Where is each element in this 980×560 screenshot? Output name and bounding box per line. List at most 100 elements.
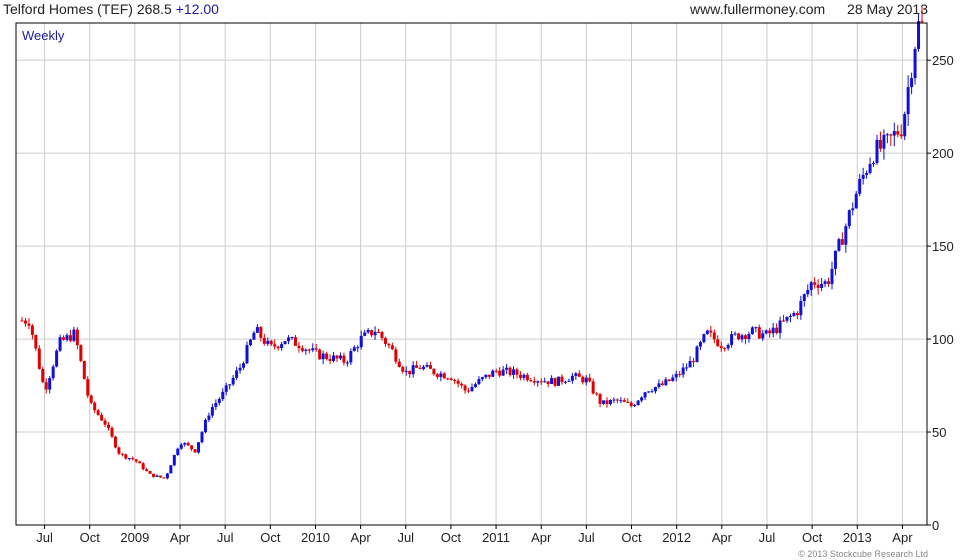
price-bar: [221, 391, 225, 400]
price-bar: [248, 339, 252, 346]
price-bar: [598, 394, 602, 404]
price-bar: [858, 178, 862, 194]
price-bar: [667, 379, 671, 381]
price-bar: [816, 284, 820, 289]
price-bar: [335, 355, 339, 359]
price-bar: [865, 172, 869, 175]
price-bar: [394, 349, 398, 362]
x-tick-label: 2011: [482, 530, 510, 545]
price-bar: [252, 332, 256, 340]
price-bar: [851, 208, 855, 211]
price-bar: [172, 454, 176, 466]
price-bar: [681, 367, 685, 375]
price-bar: [152, 473, 156, 477]
price-bar: [190, 445, 194, 450]
price-bar: [117, 447, 121, 454]
copyright-notice: © 2013 Stockcube Research Ltd: [798, 549, 928, 559]
price-bar: [345, 362, 349, 364]
price-bar: [290, 337, 294, 339]
price-bar: [615, 399, 619, 401]
price-bar: [321, 353, 325, 360]
price-bar: [726, 344, 730, 349]
price-bar: [553, 378, 557, 386]
x-tick-label: Apr: [531, 530, 552, 545]
price-bar: [484, 374, 488, 378]
price-bar: [51, 366, 55, 379]
price-bar: [370, 329, 374, 336]
price-bar: [439, 373, 443, 377]
price-bar: [428, 365, 432, 369]
price-bar: [833, 250, 837, 269]
price-bar: [515, 369, 519, 375]
price-bar: [62, 337, 66, 340]
price-bar: [647, 391, 651, 393]
price-bar: [574, 373, 578, 376]
price-bar: [338, 355, 342, 359]
price-bar: [314, 348, 318, 350]
price-bar: [702, 334, 706, 343]
price-bar: [872, 162, 876, 165]
price-bar: [214, 402, 218, 407]
price-bar: [913, 48, 917, 79]
price-bar: [650, 391, 654, 393]
x-tick-label: Jul: [759, 530, 776, 545]
price-bar: [508, 367, 512, 375]
chart-date: 28 May 2013: [847, 1, 928, 17]
price-bar: [695, 346, 699, 363]
price-bar: [543, 381, 547, 383]
price-bar: [273, 344, 277, 347]
price-bar: [581, 376, 585, 383]
price-bar: [276, 346, 280, 349]
period-label: Weekly: [22, 28, 65, 43]
price-bar: [633, 405, 637, 407]
price-bar: [636, 400, 640, 406]
price-bar: [432, 368, 436, 375]
price-bar: [754, 327, 758, 329]
price-bar: [847, 210, 851, 227]
price-bar: [359, 335, 363, 348]
price-bar: [712, 332, 716, 340]
price-bar: [48, 378, 52, 390]
price-bar: [505, 367, 509, 370]
x-tick-label: 2010: [301, 530, 330, 545]
x-tick-label: Apr: [351, 530, 372, 545]
price-bar: [103, 420, 107, 425]
price-bar: [906, 87, 910, 115]
price-bar: [183, 443, 187, 445]
price-bar: [422, 366, 426, 370]
price-bar: [20, 320, 24, 322]
price-bar: [664, 379, 668, 386]
price-bar: [716, 339, 720, 347]
price-bar: [799, 300, 803, 316]
price-bar: [387, 343, 391, 346]
price-bar: [771, 327, 775, 334]
price-bar: [868, 164, 872, 173]
price-bar: [622, 400, 626, 402]
price-bar: [415, 365, 419, 368]
price-bar: [100, 414, 104, 421]
price-bar: [238, 367, 242, 371]
price-bar: [442, 373, 446, 379]
price-bar: [692, 361, 696, 363]
price-bar: [802, 294, 806, 301]
price-bar: [300, 348, 304, 351]
price-bar: [719, 346, 723, 349]
price-bar: [698, 342, 702, 347]
price-bar: [366, 329, 370, 333]
y-tick-label: 150: [932, 239, 954, 254]
price-bar: [501, 369, 505, 376]
price-bar: [809, 282, 813, 290]
price-bar: [259, 327, 263, 338]
price-bar: [657, 383, 661, 387]
x-tick-label: Oct: [802, 530, 823, 545]
price-bar: [480, 377, 484, 380]
price-bar: [529, 380, 533, 382]
price-bar: [473, 384, 477, 387]
price-bar: [494, 370, 498, 372]
price-bar: [131, 458, 135, 460]
x-tick-label: 2013: [843, 530, 872, 545]
price-bar: [134, 459, 138, 462]
price-bar: [733, 333, 737, 335]
price-bar: [418, 367, 422, 370]
price-bar: [764, 330, 768, 334]
